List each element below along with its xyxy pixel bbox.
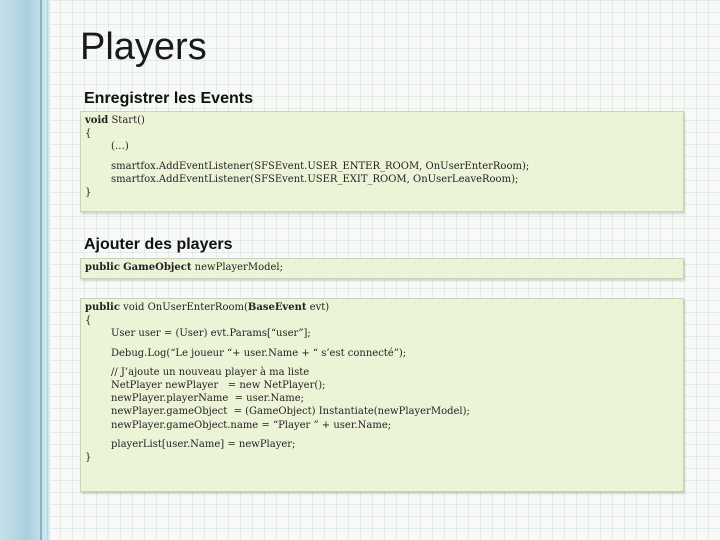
code-line: smartfox.AddEventListener(SFSEvent.USER_… [111,173,519,185]
code-line: User user = (User) evt.Params[“user”]; [111,328,311,340]
code-block-start: void Start() { (…) smartfox.AddEventList… [80,111,684,212]
side-divider-line-thin [47,0,48,540]
code-line: } [85,451,92,463]
code-keyword: void [85,115,109,126]
code-line: public void OnUserEnterRoom(BaseEvent ev… [85,301,679,314]
code-block-on-user-enter-room: public void OnUserEnterRoom(BaseEvent ev… [80,298,684,492]
code-line: void Start() [85,114,679,127]
code-line: playerList[user.Name] = newPlayer; [111,438,296,450]
code-line: { [85,315,92,327]
code-keyword: public [85,302,120,313]
code-line: (…) [111,141,129,153]
code-line: smartfox.AddEventListener(SFSEvent.USER_… [111,160,530,172]
code-line: Debug.Log(“Le joueur “+ user.Name + “ s’… [111,347,407,359]
code-line: { [85,128,92,140]
code-keyword: public [85,262,120,273]
code-line: newPlayer.gameObject = (GameObject) Inst… [111,406,470,418]
code-text: newPlayerModel; [191,262,283,273]
code-line: } [85,186,92,198]
code-line: newPlayer.playerName = user.Name; [111,393,305,405]
code-comment-line: // J’ajoute un nouveau player à ma liste [111,366,310,378]
slide-title: Players [80,26,207,68]
code-line: NetPlayer newPlayer = new NetPlayer(); [111,379,326,391]
code-line: public GameObject newPlayerModel; [85,261,679,274]
decorative-side-band [0,0,50,540]
section-heading-add-players: Ajouter des players [84,236,233,253]
side-divider-line [40,0,42,540]
code-text: evt) [306,302,330,313]
code-text: void OnUserEnterRoom( [119,302,248,313]
code-keyword: GameObject [123,262,192,273]
section-heading-register-events: Enregistrer les Events [84,90,253,107]
code-block-declaration: public GameObject newPlayerModel; [80,258,684,279]
code-line: newPlayer.gameObject.name = “Player ” + … [111,419,392,431]
code-keyword: BaseEvent [247,302,307,313]
code-text: Start() [108,115,145,126]
